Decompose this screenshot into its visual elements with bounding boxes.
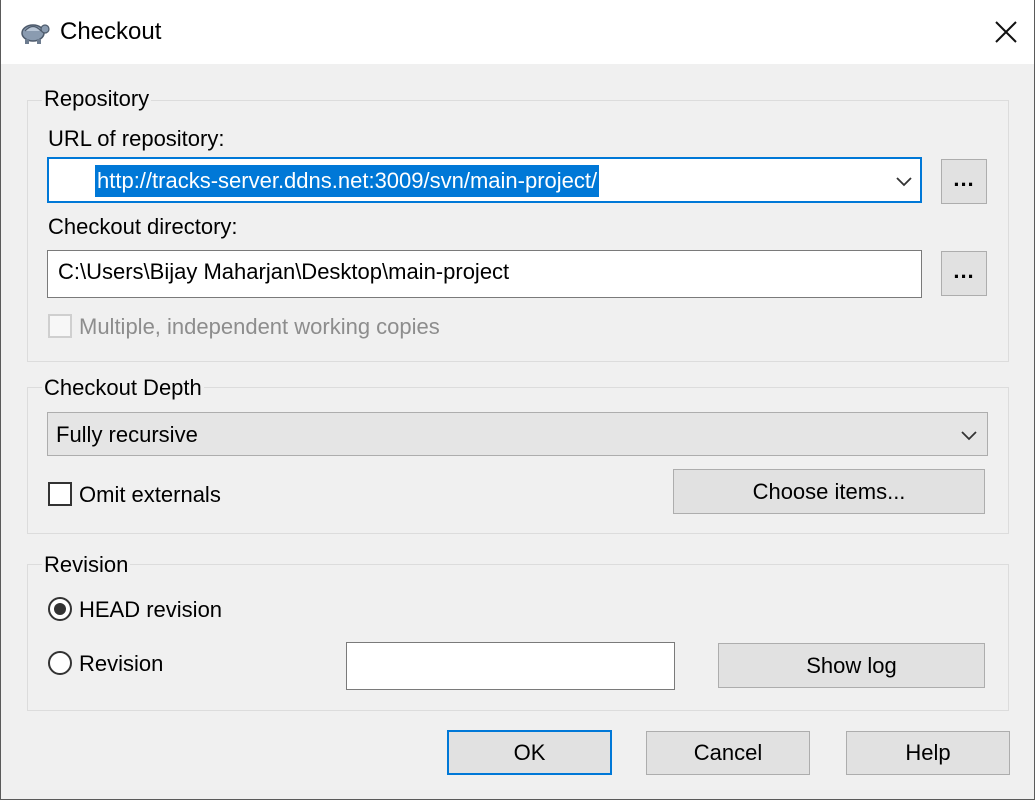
multiple-copies-checkbox: [48, 314, 72, 338]
revision-radio[interactable]: [48, 651, 72, 675]
chevron-down-icon[interactable]: [956, 422, 982, 448]
checkout-depth-dropdown[interactable]: Fully recursive: [47, 412, 988, 456]
choose-items-button[interactable]: Choose items...: [673, 469, 985, 514]
directory-browse-button[interactable]: ...: [941, 251, 987, 296]
help-button[interactable]: Help: [846, 731, 1010, 775]
url-browse-button[interactable]: ...: [941, 159, 987, 204]
checkout-depth-value: Fully recursive: [56, 422, 198, 447]
multiple-copies-label: Multiple, independent working copies: [79, 314, 440, 339]
checkout-directory-value: C:\Users\Bijay Maharjan\Desktop\main-pro…: [58, 259, 510, 284]
url-label: URL of repository:: [48, 126, 225, 151]
omit-externals-label[interactable]: Omit externals: [79, 482, 221, 508]
radio-selected-dot: [54, 603, 66, 615]
head-revision-radio[interactable]: [48, 597, 72, 621]
head-revision-label[interactable]: HEAD revision: [79, 597, 222, 623]
revision-legend: Revision: [42, 552, 131, 578]
checkout-directory-label: Checkout directory:: [48, 214, 238, 239]
revision-label[interactable]: Revision: [79, 651, 163, 677]
url-input-value[interactable]: http://tracks-server.ddns.net:3009/svn/m…: [95, 165, 600, 197]
repository-legend: Repository: [42, 86, 152, 112]
tortoisesvn-icon: [16, 16, 50, 46]
checkout-directory-field[interactable]: C:\Users\Bijay Maharjan\Desktop\main-pro…: [47, 250, 922, 298]
omit-externals-checkbox[interactable]: [48, 482, 72, 506]
checkout-depth-legend: Checkout Depth: [42, 375, 204, 401]
close-icon[interactable]: [986, 12, 1026, 52]
revision-number-field[interactable]: [346, 642, 675, 690]
cancel-button[interactable]: Cancel: [646, 731, 810, 775]
window-title: Checkout: [60, 18, 162, 45]
show-log-button[interactable]: Show log: [718, 643, 985, 688]
chevron-down-icon[interactable]: [891, 168, 917, 194]
ok-button[interactable]: OK: [447, 730, 612, 775]
url-combobox[interactable]: http://tracks-server.ddns.net:3009/svn/m…: [47, 157, 922, 203]
